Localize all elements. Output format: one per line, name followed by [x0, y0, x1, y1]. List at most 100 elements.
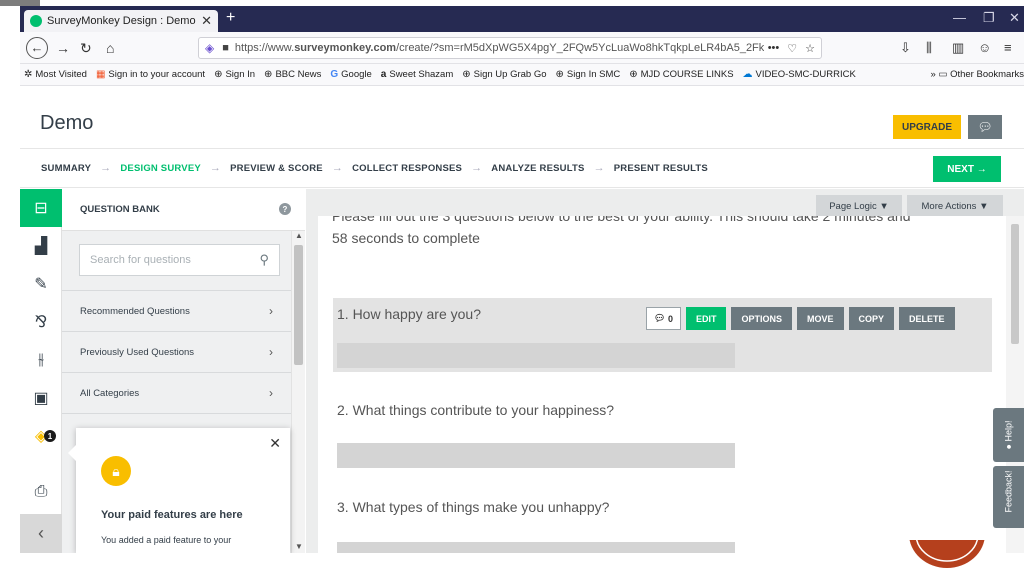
- other-bookmarks[interactable]: » ▭ Other Bookmarks: [931, 69, 1024, 80]
- bookmark-google[interactable]: G Google: [330, 69, 371, 80]
- comment-icon: 💬︎: [654, 313, 666, 323]
- globe-icon: ⊕: [629, 69, 638, 80]
- scroll-up-icon[interactable]: ▲: [295, 231, 303, 240]
- rail-builder-icon[interactable]: ▟: [20, 227, 62, 265]
- restore-icon[interactable]: ❐: [983, 10, 995, 26]
- answer-field[interactable]: [337, 443, 735, 468]
- question-block-1[interactable]: 1. How happy are you? 💬︎ 0 EDIT OPTIONS …: [333, 298, 992, 372]
- step-summary[interactable]: SUMMARY: [41, 163, 91, 174]
- more-actions-dropdown[interactable]: More Actions ▼: [907, 195, 1003, 217]
- delete-button[interactable]: DELETE: [899, 307, 955, 330]
- question-block-2[interactable]: 2. What things contribute to your happin…: [333, 388, 992, 468]
- category-label: All Categories: [80, 387, 140, 399]
- gear-icon: ✲: [24, 69, 33, 80]
- globe-icon: ⊕: [555, 69, 564, 80]
- lock-icon: 🔒︎: [101, 456, 131, 486]
- account-icon[interactable]: ☺: [978, 40, 991, 55]
- new-tab-button[interactable]: +: [226, 9, 235, 27]
- search-icon[interactable]: ⚲: [259, 252, 269, 268]
- collapse-arrow-icon[interactable]: ‹: [20, 514, 62, 553]
- bookmark-sign-in-account[interactable]: ▦ Sign in to your account: [96, 69, 205, 80]
- step-arrow-icon: →: [331, 162, 344, 174]
- step-analyze-results[interactable]: ANALYZE RESULTS: [491, 163, 584, 174]
- rail-themes-brush-icon[interactable]: ✎: [20, 265, 62, 303]
- back-arrow-icon[interactable]: ←: [26, 37, 48, 59]
- bookmark-sign-in-smc[interactable]: ⊕ Sign In SMC: [556, 69, 621, 80]
- next-button[interactable]: NEXT →: [933, 156, 1001, 182]
- help-circle-icon[interactable]: ?: [279, 203, 291, 215]
- cloud-icon: ☁: [742, 69, 753, 80]
- question-block-3[interactable]: 3. What types of things make you unhappy…: [333, 486, 992, 553]
- category-recommended-questions[interactable]: Recommended Questions ›: [62, 290, 291, 331]
- step-design-survey[interactable]: DESIGN SURVEY: [120, 163, 201, 174]
- decorative-seal: [906, 540, 988, 580]
- chevron-right-icon: ›: [269, 386, 273, 400]
- bookmark-sign-up-grab-go[interactable]: ⊕ Sign Up Grab Go: [462, 69, 546, 80]
- edit-button[interactable]: EDIT: [685, 307, 727, 330]
- survey-intro: 58 seconds to complete: [332, 230, 480, 246]
- page-logic-dropdown[interactable]: Page Logic ▼: [816, 195, 902, 217]
- rail-print-icon[interactable]: ⎙: [20, 473, 62, 511]
- scroll-thumb[interactable]: [294, 245, 303, 365]
- bookmark-bbc-news[interactable]: ⊕ BBC News: [264, 69, 321, 80]
- lock-icon: ■: [222, 42, 229, 54]
- amazon-icon: a: [380, 69, 387, 80]
- minimize-icon[interactable]: —: [953, 10, 966, 25]
- copy-button[interactable]: COPY: [848, 307, 895, 330]
- rail-format-icon[interactable]: ▣: [20, 379, 62, 417]
- rail-options-sliders-icon[interactable]: ⫳: [20, 341, 62, 379]
- answer-field[interactable]: [337, 542, 735, 553]
- bookmark-mjd-course-links[interactable]: ⊕ MJD COURSE LINKS: [629, 69, 733, 80]
- step-arrow-icon: →: [209, 162, 222, 174]
- question-search-box[interactable]: ⚲: [79, 244, 280, 276]
- sidebar-icon[interactable]: ▥: [952, 40, 964, 56]
- upgrade-button[interactable]: UPGRADE: [893, 115, 961, 139]
- home-icon[interactable]: ⌂: [106, 39, 114, 57]
- step-collect-responses[interactable]: COLLECT RESPONSES: [352, 163, 462, 174]
- question-title: 1. How happy are you?: [337, 306, 481, 322]
- forward-arrow-icon[interactable]: →: [56, 39, 70, 57]
- bookmark-label: Sign in to your account: [108, 69, 206, 80]
- address-bar[interactable]: ◈ ■ https://www.surveymonkey.com/create/…: [198, 37, 822, 59]
- rail-logic-icon[interactable]: ⅋: [20, 303, 62, 341]
- google-icon: G: [330, 69, 339, 80]
- library-icon[interactable]: ⫼: [926, 40, 932, 56]
- step-present-results[interactable]: PRESENT RESULTS: [614, 163, 708, 174]
- move-button[interactable]: MOVE: [797, 307, 844, 330]
- question-comments-button[interactable]: 💬︎ 0: [646, 307, 681, 330]
- bookmark-most-visited[interactable]: ✲ Most Visited: [24, 69, 87, 80]
- comments-button[interactable]: 💬︎: [968, 115, 1002, 139]
- pocket-icon[interactable]: ♡: [787, 42, 797, 55]
- close-icon[interactable]: ✕: [269, 435, 281, 452]
- menu-icon[interactable]: ≡: [1004, 40, 1012, 55]
- bookmark-sweet-shazam[interactable]: a Sweet Shazam: [381, 69, 453, 80]
- bookmarks-overflow-icon[interactable]: »: [931, 69, 936, 80]
- bookmark-video-smc[interactable]: ☁ VIDEO-SMC-DURRICK: [743, 69, 856, 80]
- bookmark-star-icon[interactable]: ☆: [805, 42, 815, 55]
- bookmark-label: Sign Up Grab Go: [473, 69, 547, 80]
- step-arrow-icon: →: [100, 162, 112, 174]
- options-button[interactable]: OPTIONS: [731, 307, 792, 330]
- close-window-icon[interactable]: ✕: [1009, 10, 1020, 26]
- browser-tab[interactable]: SurveyMonkey Design : Demo ✕: [24, 10, 218, 32]
- bookmark-sign-in[interactable]: ⊕ Sign In: [214, 69, 255, 80]
- category-all-categories[interactable]: All Categories ›: [62, 372, 291, 413]
- tab-close-icon[interactable]: ✕: [201, 13, 212, 29]
- page-actions-icon[interactable]: •••: [768, 42, 780, 54]
- seal-graphic: [909, 540, 985, 568]
- step-preview-score[interactable]: PREVIEW & SCORE: [230, 163, 323, 174]
- reload-icon[interactable]: ↻: [80, 39, 92, 57]
- builder-rail: ⊟ ▟ ✎ ⅋ ⫳ ▣ ◈ 1 ⎙ ‹: [20, 189, 62, 553]
- help-tab[interactable]: ● Help!: [993, 408, 1024, 462]
- feedback-tab[interactable]: Feedback!: [993, 466, 1024, 528]
- scroll-thumb[interactable]: [1011, 224, 1019, 344]
- question-search-input[interactable]: [90, 254, 260, 266]
- rail-question-bank-icon[interactable]: ⊟: [20, 189, 62, 227]
- question-bank-header: QUESTION BANK ?: [62, 189, 305, 231]
- category-previously-used[interactable]: Previously Used Questions ›: [62, 331, 291, 372]
- bottom-strip: [0, 553, 1024, 573]
- question-bank-scrollbar[interactable]: ▲ ▼: [291, 231, 305, 553]
- scroll-down-icon[interactable]: ▼: [295, 542, 303, 551]
- answer-field[interactable]: [337, 343, 735, 368]
- download-icon[interactable]: ⇩: [900, 40, 911, 56]
